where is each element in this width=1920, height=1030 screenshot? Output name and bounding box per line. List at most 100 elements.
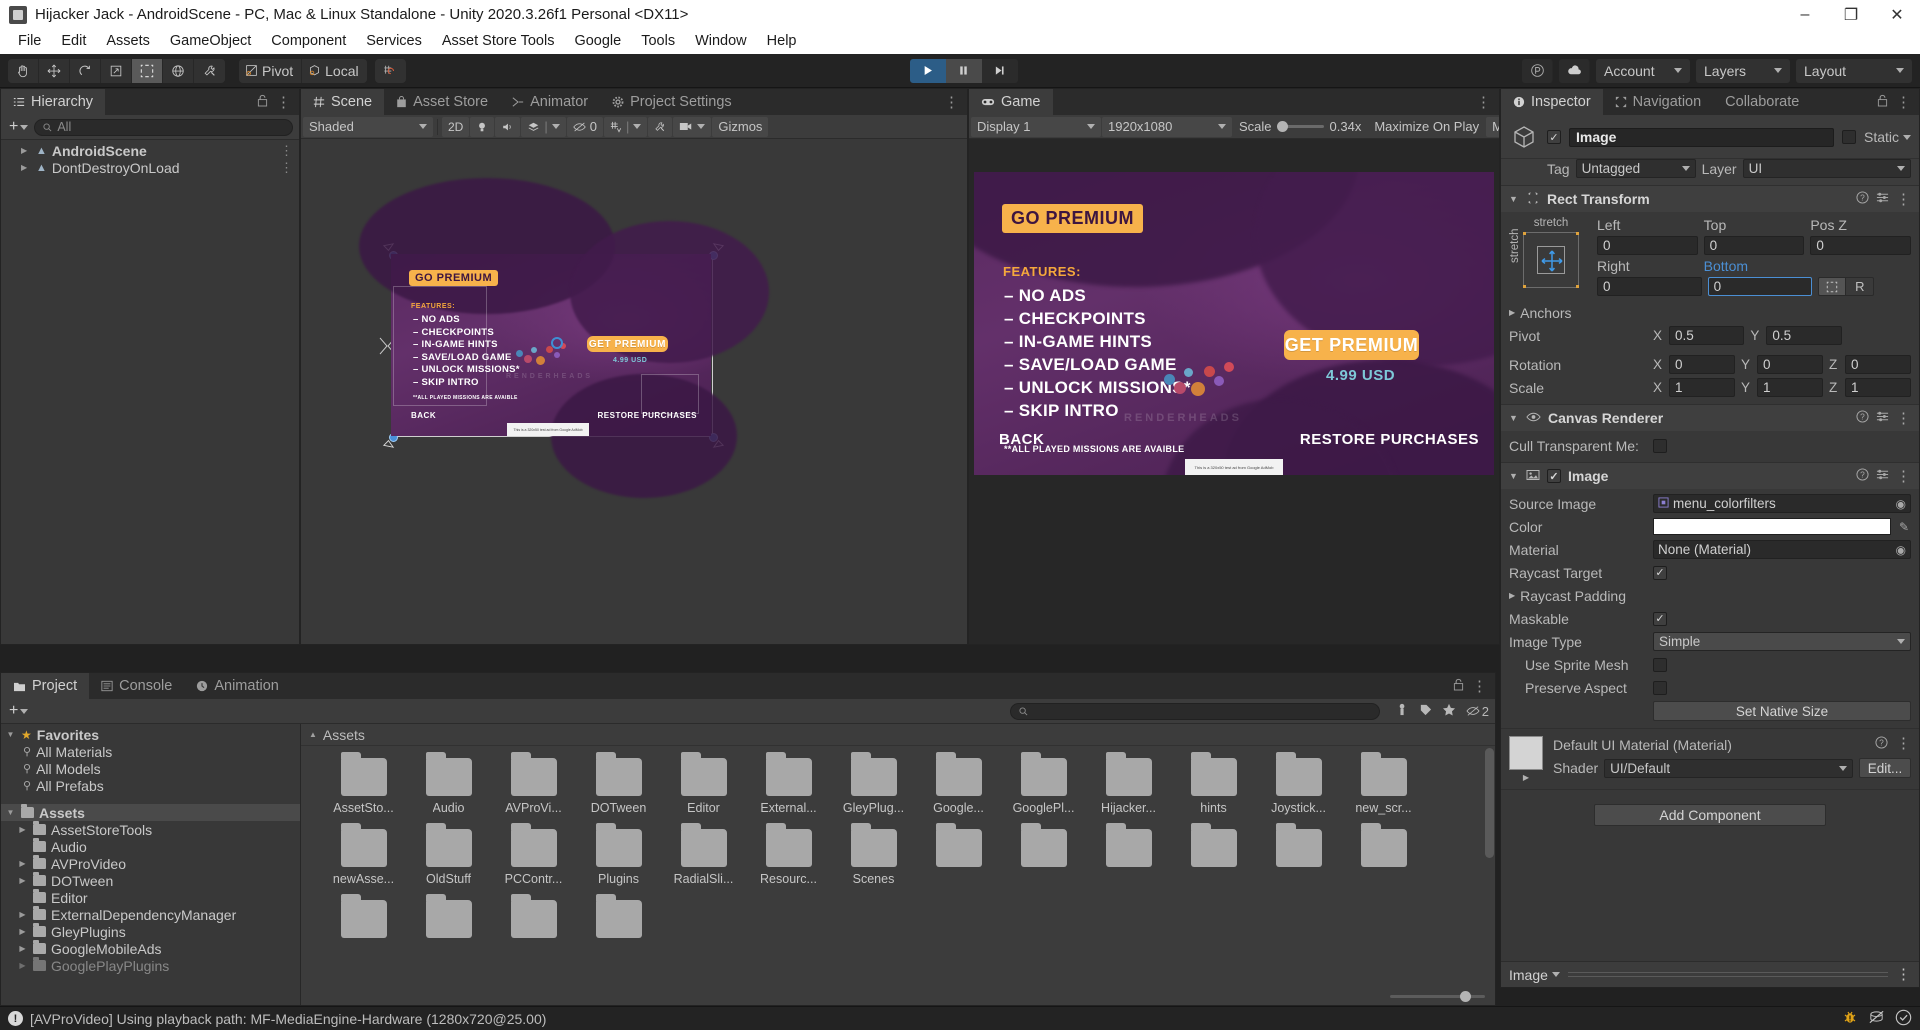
game-admob-banner[interactable]: This is a 320x50 test ad from Google AdM… xyxy=(1185,459,1283,475)
layers-dropdown[interactable]: Layers xyxy=(1696,58,1790,83)
menu-window[interactable]: Window xyxy=(685,29,757,54)
rect-transform-header[interactable]: ▼ Rect Transform ? ⋮ xyxy=(1501,186,1919,212)
foldout-icon[interactable]: ▼ xyxy=(1509,413,1519,423)
asset-item[interactable]: Editor xyxy=(661,752,746,815)
status-message[interactable]: [AVProVideo] Using playback path: MF-Med… xyxy=(30,1011,546,1027)
tab-scene[interactable]: Scene xyxy=(301,89,385,115)
asset-item[interactable]: DOTween xyxy=(576,752,661,815)
transform-tool-icon[interactable] xyxy=(163,58,194,83)
material-field[interactable]: None (Material) ◉ xyxy=(1653,540,1911,559)
game-viewport[interactable]: GO PREMIUM FEATURES: – NO ADS – CHECKPOI… xyxy=(969,139,1499,644)
asset-item[interactable]: Audio xyxy=(406,752,491,815)
eyedropper-icon[interactable]: ✎ xyxy=(1897,520,1911,534)
game-menu-icon[interactable]: ⋮ xyxy=(1476,95,1491,110)
toggle-2d-button[interactable]: 2D xyxy=(442,116,470,137)
minimize-button[interactable]: – xyxy=(1782,0,1828,29)
use-sprite-mesh-checkbox[interactable] xyxy=(1653,657,1667,672)
hand-tool-icon[interactable] xyxy=(8,58,39,83)
project-create-button[interactable]: + xyxy=(7,702,30,720)
pivot-toggle[interactable]: Pivot xyxy=(239,58,303,83)
asset-item[interactable] xyxy=(1341,823,1426,886)
static-dropdown[interactable]: Static xyxy=(1864,129,1911,145)
inspector-menu-icon[interactable]: ⋮ xyxy=(1896,95,1911,110)
play-button[interactable] xyxy=(909,58,946,83)
anchors-foldout[interactable]: ▶ Anchors xyxy=(1509,305,1647,321)
expand-arrow-icon[interactable]: ▶ xyxy=(21,163,31,172)
asset-item[interactable]: AVProVi... xyxy=(491,752,576,815)
foldout-icon[interactable]: ▶ xyxy=(1523,773,1529,782)
top-input[interactable]: 0 xyxy=(1703,236,1805,255)
foldout-icon[interactable]: ▶ xyxy=(17,927,28,936)
hierarchy-item-dontdestroyonload[interactable]: ▶ ▲ DontDestroyOnLoad ⋮ xyxy=(1,159,299,176)
rotation-z-input[interactable]: 0 xyxy=(1845,355,1911,374)
menu-asset-store-tools[interactable]: Asset Store Tools xyxy=(432,29,565,54)
collab-icon[interactable] xyxy=(1522,58,1553,83)
step-button[interactable] xyxy=(981,58,1018,83)
pivot-y-input[interactable]: 0.5 xyxy=(1766,326,1842,345)
asset-item[interactable]: External... xyxy=(746,752,831,815)
raw-edit-toggle[interactable]: R xyxy=(1846,277,1875,296)
hidden-packages-toggle[interactable]: 2 xyxy=(1466,704,1489,719)
project-search-input[interactable] xyxy=(1009,702,1380,720)
help-icon[interactable]: ? xyxy=(1856,468,1869,484)
move-tool-icon[interactable] xyxy=(39,58,70,83)
game-get-premium-button[interactable]: GET PREMIUM xyxy=(1284,330,1419,360)
menu-tools[interactable]: Tools xyxy=(631,29,685,54)
cull-transparent-checkbox[interactable] xyxy=(1653,438,1667,453)
tree-item-avprovideo[interactable]: ▶ AVProVideo xyxy=(1,855,300,872)
raycast-padding-foldout[interactable]: ▶ Raycast Padding xyxy=(1509,588,1647,604)
menu-services[interactable]: Services xyxy=(356,29,432,54)
gizmos-dropdown[interactable]: Gizmos xyxy=(712,116,769,137)
asset-item[interactable]: Scenes xyxy=(831,823,916,886)
pause-button[interactable] xyxy=(945,58,982,83)
asset-item[interactable] xyxy=(321,894,406,943)
tree-item-audio[interactable]: Audio xyxy=(1,838,300,855)
scale-x-input[interactable]: 1 xyxy=(1669,378,1735,397)
foldout-icon[interactable]: ▼ xyxy=(1509,194,1519,204)
asset-type-filter-icon[interactable] xyxy=(1396,703,1409,720)
mute-button[interactable]: Mute xyxy=(1486,116,1499,137)
edit-shader-button[interactable]: Edit... xyxy=(1859,758,1911,778)
component-menu-icon[interactable]: ⋮ xyxy=(1896,469,1911,484)
asset-item[interactable] xyxy=(1256,823,1341,886)
maskable-checkbox[interactable]: ✓ xyxy=(1653,611,1667,626)
game-back-button[interactable]: BACK xyxy=(999,431,1044,448)
scene-canvas-area[interactable]: GO PREMIUM FEATURES: – NO ADS – CHECKPOI… xyxy=(301,139,967,644)
menu-component[interactable]: Component xyxy=(261,29,356,54)
tree-item-assetstoretools[interactable]: ▶ AssetStoreTools xyxy=(1,821,300,838)
asset-item[interactable]: Plugins xyxy=(576,823,661,886)
foldout-icon[interactable]: ▼ xyxy=(1509,471,1519,481)
rotate-handle-bl[interactable] xyxy=(382,436,395,449)
tab-asset-store[interactable]: Asset Store xyxy=(384,89,500,115)
menu-assets[interactable]: Assets xyxy=(96,29,160,54)
rotate-tool-icon[interactable] xyxy=(70,58,101,83)
canvas-renderer-header[interactable]: ▼ Canvas Renderer ? ⋮ xyxy=(1501,405,1919,431)
project-menu-icon[interactable]: ⋮ xyxy=(1472,679,1487,694)
asset-item[interactable]: OldStuff xyxy=(406,823,491,886)
scene-camera-dropdown[interactable] xyxy=(673,116,712,137)
asset-item[interactable]: AssetSto... xyxy=(321,752,406,815)
grid-visibility-dropdown[interactable]: | xyxy=(603,116,648,137)
layers-disabled-icon[interactable] xyxy=(1868,1009,1885,1028)
layout-dropdown[interactable]: Layout xyxy=(1796,58,1912,83)
scene-tools-icon[interactable] xyxy=(648,116,673,137)
component-menu-icon[interactable]: ⋮ xyxy=(1896,411,1911,426)
tree-item-all-models[interactable]: ⚲ All Models xyxy=(1,760,300,777)
effects-dropdown[interactable]: | xyxy=(521,116,566,137)
account-dropdown[interactable]: Account xyxy=(1596,58,1690,83)
space-toggle[interactable]: Local xyxy=(302,58,367,83)
audio-icon[interactable] xyxy=(495,116,521,137)
custom-tool-icon[interactable] xyxy=(194,58,225,83)
lock-icon[interactable] xyxy=(1877,94,1888,111)
shading-mode-dropdown[interactable]: Shaded xyxy=(303,116,433,137)
asset-item[interactable]: Hijacker... xyxy=(1086,752,1171,815)
asset-item[interactable]: Joystick... xyxy=(1256,752,1341,815)
object-picker-icon[interactable]: ◉ xyxy=(1896,497,1906,511)
hierarchy-search-input[interactable]: All xyxy=(34,118,293,136)
tab-project-settings[interactable]: Project Settings xyxy=(600,89,744,115)
foldout-icon[interactable]: ▼ xyxy=(5,730,16,739)
image-header[interactable]: ▼ ✓ Image ? ⋮ xyxy=(1501,463,1919,489)
lighting-icon[interactable] xyxy=(470,116,495,137)
asset-item[interactable]: newAsse... xyxy=(321,823,406,886)
menu-gameobject[interactable]: GameObject xyxy=(160,29,261,54)
